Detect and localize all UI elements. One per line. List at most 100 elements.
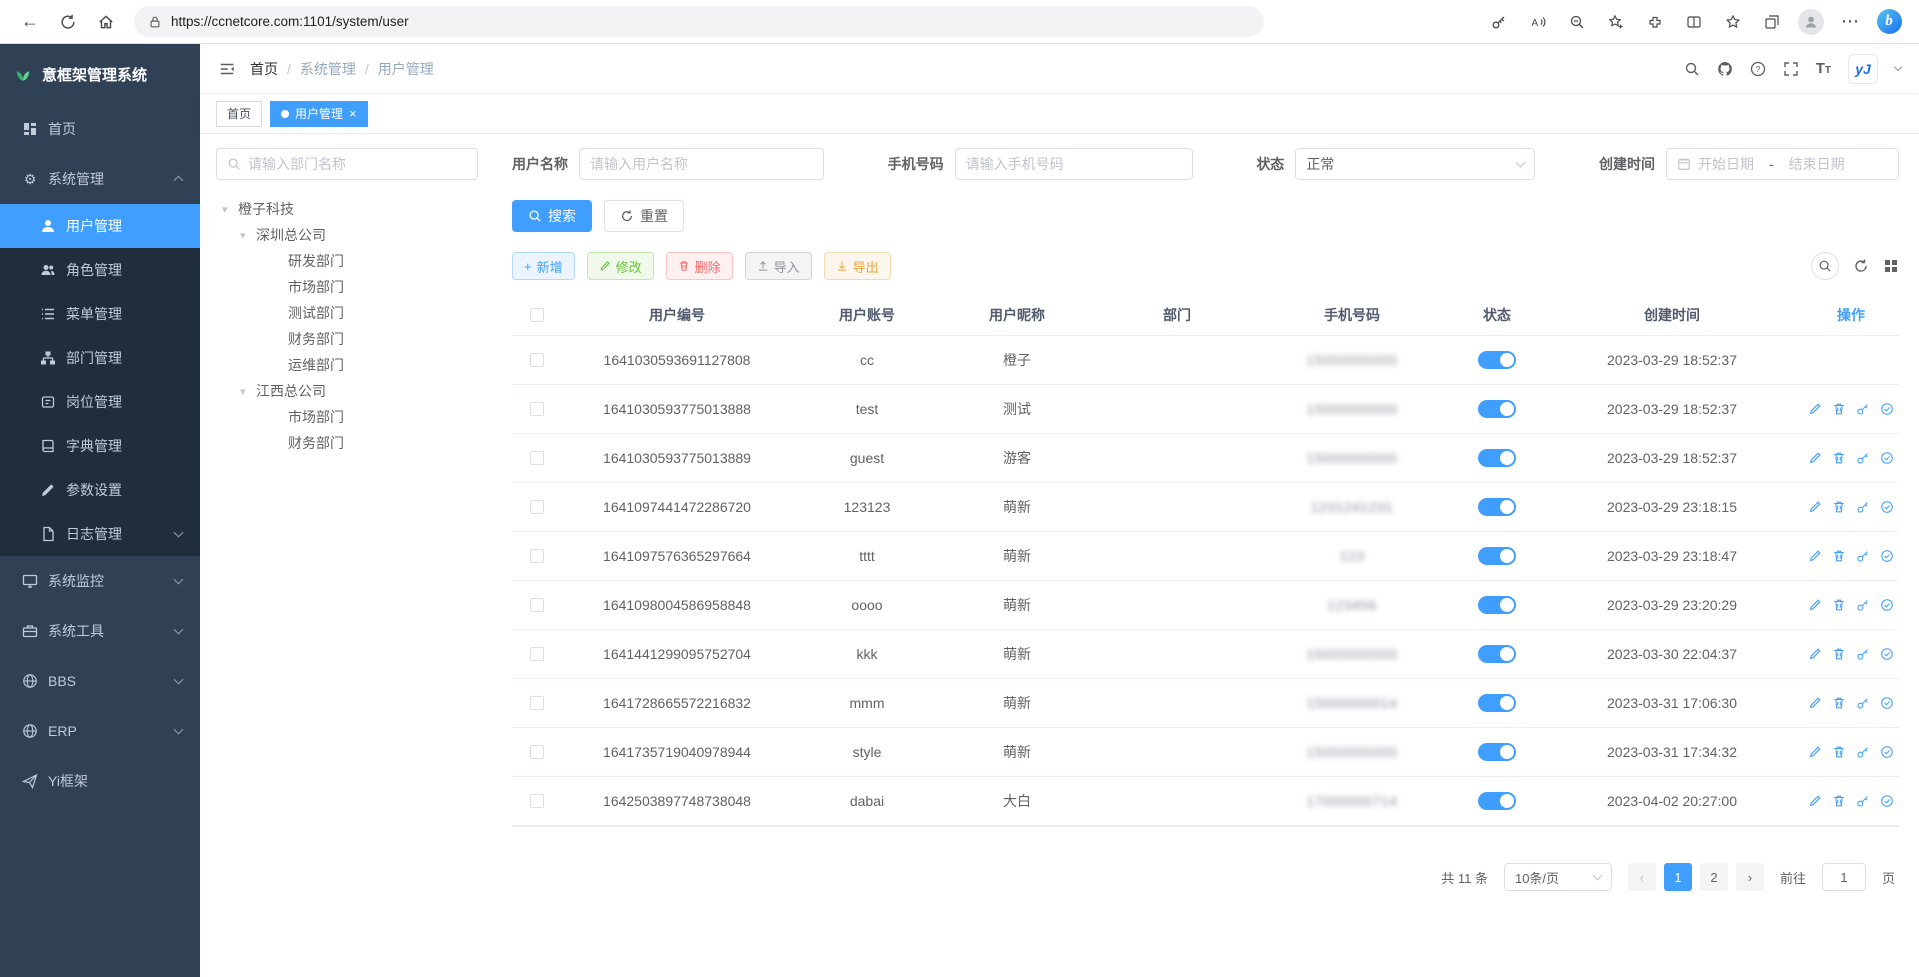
tree-node[interactable]: 橙子科技 bbox=[216, 196, 488, 222]
assign-role-action-icon[interactable] bbox=[1880, 598, 1894, 612]
refresh-icon[interactable] bbox=[52, 6, 84, 38]
dept-search-input[interactable] bbox=[216, 148, 478, 180]
status-toggle[interactable] bbox=[1478, 400, 1516, 418]
sidebar-item-role-mgmt[interactable]: 角色管理 bbox=[0, 248, 200, 292]
next-page-button[interactable]: › bbox=[1736, 863, 1764, 891]
edit-action-icon[interactable] bbox=[1808, 696, 1822, 710]
sidebar-item-yi-framework[interactable]: Yi框架 bbox=[0, 756, 200, 806]
tree-node[interactable]: 财务部门 bbox=[216, 326, 488, 352]
copilot-icon[interactable]: b bbox=[1873, 6, 1905, 38]
status-select[interactable]: 正常 bbox=[1295, 148, 1535, 180]
row-checkbox[interactable] bbox=[530, 696, 544, 710]
edit-action-icon[interactable] bbox=[1808, 647, 1822, 661]
tag-user-mgmt[interactable]: 用户管理 × bbox=[270, 101, 368, 127]
reset-password-action-icon[interactable] bbox=[1856, 745, 1870, 759]
reset-button[interactable]: 重置 bbox=[604, 200, 684, 232]
prev-page-button[interactable]: ‹ bbox=[1628, 863, 1656, 891]
tree-node[interactable]: 市场部门 bbox=[216, 404, 488, 430]
assign-role-action-icon[interactable] bbox=[1880, 696, 1894, 710]
extensions-icon[interactable] bbox=[1639, 6, 1671, 38]
status-toggle[interactable] bbox=[1478, 645, 1516, 663]
breadcrumb-system[interactable]: 系统管理 bbox=[300, 59, 356, 79]
assign-role-action-icon[interactable] bbox=[1880, 745, 1894, 759]
row-checkbox[interactable] bbox=[530, 549, 544, 563]
reset-password-action-icon[interactable] bbox=[1856, 696, 1870, 710]
sidebar-item-system-monitor[interactable]: 系统监控 bbox=[0, 556, 200, 606]
assign-role-action-icon[interactable] bbox=[1880, 549, 1894, 563]
tag-home[interactable]: 首页 bbox=[216, 101, 262, 127]
tree-node[interactable]: 市场部门 bbox=[216, 274, 488, 300]
row-checkbox[interactable] bbox=[530, 353, 544, 367]
caret-down-icon[interactable] bbox=[240, 229, 252, 242]
row-checkbox[interactable] bbox=[530, 451, 544, 465]
edit-action-icon[interactable] bbox=[1808, 598, 1822, 612]
phone-input[interactable] bbox=[966, 156, 1182, 172]
address-bar[interactable]: https://ccnetcore.com:1101/system/user bbox=[134, 6, 1264, 37]
delete-button[interactable]: 删除 bbox=[666, 252, 733, 280]
row-checkbox[interactable] bbox=[530, 598, 544, 612]
row-checkbox[interactable] bbox=[530, 647, 544, 661]
row-checkbox[interactable] bbox=[530, 745, 544, 759]
tree-node[interactable]: 财务部门 bbox=[216, 430, 488, 456]
tree-node[interactable]: 测试部门 bbox=[216, 300, 488, 326]
status-toggle[interactable] bbox=[1478, 743, 1516, 761]
delete-action-icon[interactable] bbox=[1832, 696, 1846, 710]
assign-role-action-icon[interactable] bbox=[1880, 647, 1894, 661]
tree-node[interactable]: 研发部门 bbox=[216, 248, 488, 274]
github-icon[interactable] bbox=[1717, 61, 1733, 77]
user-avatar[interactable]: yJ bbox=[1848, 54, 1878, 84]
date-range-picker[interactable]: 开始日期 - 结束日期 bbox=[1666, 148, 1899, 180]
read-aloud-icon[interactable]: A bbox=[1522, 6, 1554, 38]
edit-button[interactable]: 修改 bbox=[587, 252, 654, 280]
delete-action-icon[interactable] bbox=[1832, 647, 1846, 661]
sidebar-item-log-mgmt[interactable]: 日志管理 bbox=[0, 512, 200, 556]
reset-password-action-icon[interactable] bbox=[1856, 500, 1870, 514]
more-icon[interactable]: ⋯ bbox=[1834, 6, 1866, 38]
status-toggle[interactable] bbox=[1478, 694, 1516, 712]
delete-action-icon[interactable] bbox=[1832, 598, 1846, 612]
import-button[interactable]: 导入 bbox=[745, 252, 812, 280]
page-2-button[interactable]: 2 bbox=[1700, 863, 1728, 891]
reset-password-action-icon[interactable] bbox=[1856, 549, 1870, 563]
delete-action-icon[interactable] bbox=[1832, 794, 1846, 808]
assign-role-action-icon[interactable] bbox=[1880, 794, 1894, 808]
sidebar-item-bbs[interactable]: BBS bbox=[0, 656, 200, 706]
sidebar-item-home[interactable]: 首页 bbox=[0, 104, 200, 154]
sidebar-item-menu-mgmt[interactable]: 菜单管理 bbox=[0, 292, 200, 336]
delete-action-icon[interactable] bbox=[1832, 451, 1846, 465]
export-button[interactable]: 导出 bbox=[824, 252, 891, 280]
reset-password-action-icon[interactable] bbox=[1856, 598, 1870, 612]
status-toggle[interactable] bbox=[1478, 498, 1516, 516]
sidebar-item-system-mgmt[interactable]: ⚙ 系统管理 bbox=[0, 154, 200, 204]
row-checkbox[interactable] bbox=[530, 794, 544, 808]
add-favorite-icon[interactable] bbox=[1600, 6, 1632, 38]
tree-node[interactable]: 深圳总公司 bbox=[216, 222, 488, 248]
search-button[interactable]: 搜索 bbox=[512, 200, 592, 232]
dept-search-field[interactable] bbox=[248, 156, 467, 172]
caret-down-icon[interactable] bbox=[240, 385, 252, 398]
reset-password-action-icon[interactable] bbox=[1856, 451, 1870, 465]
header-search-icon[interactable] bbox=[1684, 61, 1700, 77]
sidebar-item-dict-mgmt[interactable]: 字典管理 bbox=[0, 424, 200, 468]
collections-icon[interactable] bbox=[1756, 6, 1788, 38]
tree-node[interactable]: 江西总公司 bbox=[216, 378, 488, 404]
table-search-toggle-icon[interactable] bbox=[1811, 252, 1839, 280]
collapse-menu-icon[interactable] bbox=[218, 60, 236, 78]
row-checkbox[interactable] bbox=[530, 500, 544, 514]
delete-action-icon[interactable] bbox=[1832, 402, 1846, 416]
delete-action-icon[interactable] bbox=[1832, 500, 1846, 514]
assign-role-action-icon[interactable] bbox=[1880, 402, 1894, 416]
status-toggle[interactable] bbox=[1478, 449, 1516, 467]
edit-action-icon[interactable] bbox=[1808, 402, 1822, 416]
sidebar-item-dept-mgmt[interactable]: 部门管理 bbox=[0, 336, 200, 380]
select-all-checkbox[interactable] bbox=[530, 308, 544, 322]
back-icon[interactable]: ← bbox=[14, 6, 46, 38]
page-1-button[interactable]: 1 bbox=[1664, 863, 1692, 891]
status-toggle[interactable] bbox=[1478, 351, 1516, 369]
delete-action-icon[interactable] bbox=[1832, 549, 1846, 563]
close-icon[interactable]: × bbox=[349, 107, 357, 120]
fullscreen-icon[interactable] bbox=[1783, 61, 1799, 77]
status-toggle[interactable] bbox=[1478, 547, 1516, 565]
split-screen-icon[interactable] bbox=[1678, 6, 1710, 38]
reset-password-action-icon[interactable] bbox=[1856, 402, 1870, 416]
